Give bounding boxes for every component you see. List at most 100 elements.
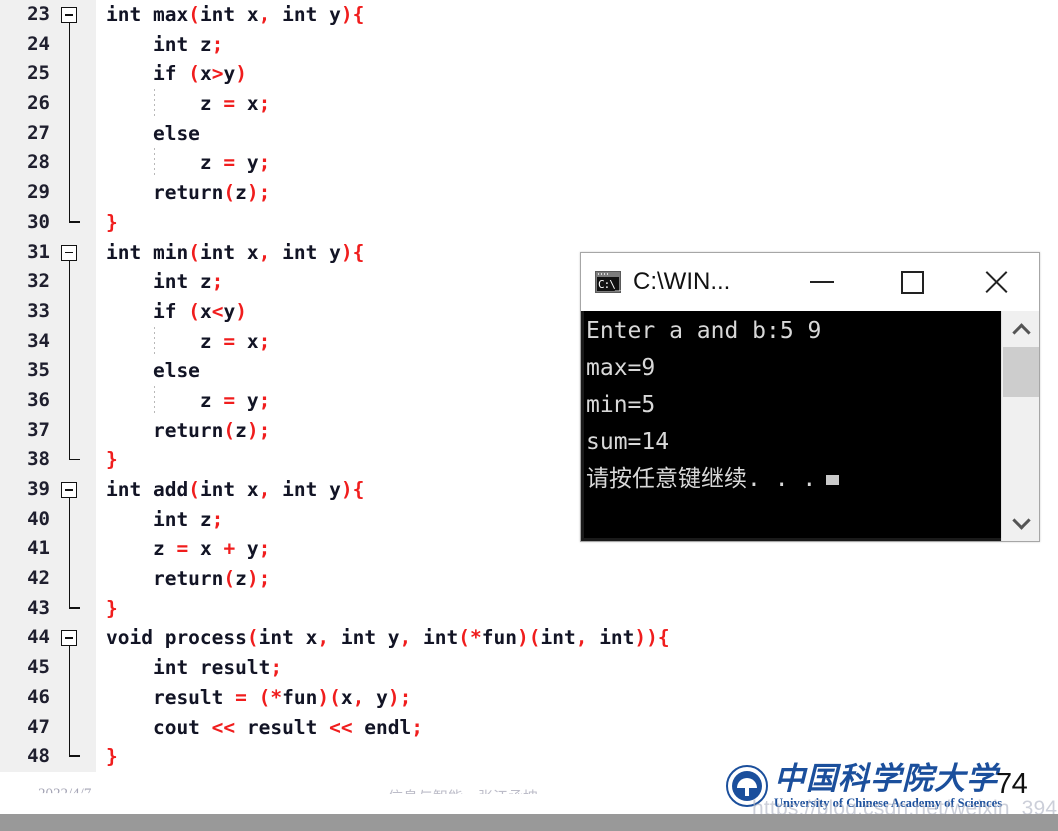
fold-spine	[68, 148, 71, 179]
code-text: int result;	[96, 653, 1000, 683]
fold-column[interactable]	[52, 29, 96, 60]
code-span: result = (*fun)(x, y);	[106, 685, 412, 709]
console-output-line: max=9	[586, 350, 1001, 387]
fold-column[interactable]	[52, 207, 96, 238]
line-number: 44	[27, 626, 50, 649]
fold-spine	[68, 326, 71, 357]
code-span: int z;	[106, 270, 224, 294]
fold-column[interactable]	[52, 326, 96, 357]
console-cursor	[826, 475, 840, 485]
fold-collapse-icon[interactable]	[61, 244, 77, 261]
fold-column[interactable]	[52, 504, 96, 535]
fold-column[interactable]	[52, 59, 96, 90]
code-line[interactable]: 47 cout << result << endl;	[0, 712, 1000, 743]
fold-spine	[68, 59, 71, 90]
code-line[interactable]: 24 int z;	[0, 29, 1000, 60]
code-gutter: 31	[0, 237, 96, 268]
code-line[interactable]: 46 result = (*fun)(x, y);	[0, 682, 1000, 713]
line-number: 27	[27, 121, 50, 144]
console-prompt-icon: C:\_	[595, 271, 621, 293]
code-span: int min(int x, int y){	[106, 240, 365, 264]
code-span: return(z);	[106, 181, 271, 205]
fold-column[interactable]	[52, 623, 96, 654]
fold-column[interactable]	[52, 593, 96, 624]
fold-column[interactable]	[52, 742, 96, 772]
fold-column[interactable]	[52, 296, 96, 327]
fold-spine	[68, 564, 71, 594]
code-line[interactable]: 44 void process(int x, int y, int(*fun)(i…	[0, 623, 1000, 654]
code-line[interactable]: 23 int max(int x, int y){	[0, 0, 1000, 30]
code-span: z = x + y;	[106, 537, 271, 561]
console-title-bar[interactable]: C:\_ C:\WIN...	[581, 253, 1039, 311]
console-line-text: min=5	[586, 392, 656, 418]
fold-column[interactable]	[52, 89, 96, 119]
fold-collapse-icon[interactable]	[61, 7, 77, 23]
fold-column[interactable]	[52, 148, 96, 179]
fold-column[interactable]	[52, 238, 96, 268]
console-line-text: 请按任意键继续. . .	[586, 466, 817, 492]
line-number: 31	[27, 240, 50, 263]
code-gutter: 28	[0, 148, 96, 179]
line-number: 37	[27, 418, 50, 441]
fold-column[interactable]	[52, 385, 96, 416]
scroll-up-button[interactable]	[1002, 313, 1040, 347]
code-line[interactable]: 25 if (x>y)	[0, 59, 1000, 90]
code-line[interactable]: 26 z = x;	[0, 89, 1000, 119]
code-text: else	[96, 119, 1000, 149]
fold-column[interactable]	[52, 178, 96, 208]
indent-guide	[153, 89, 155, 119]
fold-spine	[68, 296, 71, 327]
console-window[interactable]: C:\_ C:\WIN... Enter a and b:5 9 max=9 min…	[580, 252, 1040, 542]
code-line[interactable]: 29 return(z);	[0, 178, 1000, 208]
code-gutter: 43	[0, 593, 96, 624]
fold-column[interactable]	[52, 0, 96, 30]
console-icon-dots	[598, 273, 608, 275]
scrollbar-thumb[interactable]	[1003, 347, 1039, 397]
code-line[interactable]: 42 return(z);	[0, 564, 1000, 594]
line-number: 30	[27, 210, 50, 233]
fold-column[interactable]	[52, 534, 96, 565]
console-output-line: min=5	[586, 387, 1001, 424]
fold-spine	[68, 534, 71, 565]
minimize-icon	[810, 281, 834, 283]
line-number: 26	[27, 92, 50, 115]
code-span: }	[106, 448, 118, 472]
fold-column[interactable]	[52, 682, 96, 713]
maximize-button[interactable]	[881, 253, 943, 311]
fold-column[interactable]	[52, 356, 96, 386]
code-gutter: 36	[0, 385, 96, 416]
fold-column[interactable]	[52, 415, 96, 446]
fold-spine	[68, 178, 71, 208]
scroll-down-button[interactable]	[1002, 505, 1040, 539]
code-span: cout << result << endl;	[106, 715, 424, 739]
close-button[interactable]	[965, 253, 1027, 311]
fold-collapse-icon[interactable]	[61, 630, 77, 647]
code-text: if (x>y)	[96, 59, 1000, 89]
fold-column[interactable]	[52, 564, 96, 594]
console-output-area[interactable]: Enter a and b:5 9 max=9 min=5 sum=14 请按任意键继续…	[581, 311, 1001, 541]
fold-column[interactable]	[52, 445, 96, 475]
console-body: Enter a and b:5 9 max=9 min=5 sum=14 请按任意键继续…	[581, 311, 1039, 541]
code-gutter: 34	[0, 326, 96, 357]
code-text: cout << result << endl;	[96, 713, 1000, 743]
code-span: z = x;	[106, 92, 271, 116]
code-line[interactable]: 43}	[0, 593, 1000, 624]
code-line[interactable]: 45 int result;	[0, 653, 1000, 683]
code-gutter: 42	[0, 564, 96, 594]
chevron-up-icon	[1011, 322, 1031, 342]
fold-collapse-icon[interactable]	[61, 482, 77, 498]
fold-column[interactable]	[52, 475, 96, 505]
code-line[interactable]: 28 z = y;	[0, 148, 1000, 179]
fold-column[interactable]	[52, 118, 96, 149]
code-span: z = x;	[106, 329, 271, 353]
fold-column[interactable]	[52, 653, 96, 683]
fold-spine	[68, 89, 71, 119]
code-line[interactable]: 27 else	[0, 118, 1000, 149]
fold-column[interactable]	[52, 712, 96, 743]
minimize-button[interactable]	[791, 253, 853, 311]
console-scrollbar[interactable]	[1001, 311, 1039, 541]
code-line[interactable]: 30}	[0, 207, 1000, 238]
maximize-icon	[900, 270, 924, 294]
code-span: int max(int x, int y){	[106, 3, 365, 26]
fold-column[interactable]	[52, 267, 96, 297]
